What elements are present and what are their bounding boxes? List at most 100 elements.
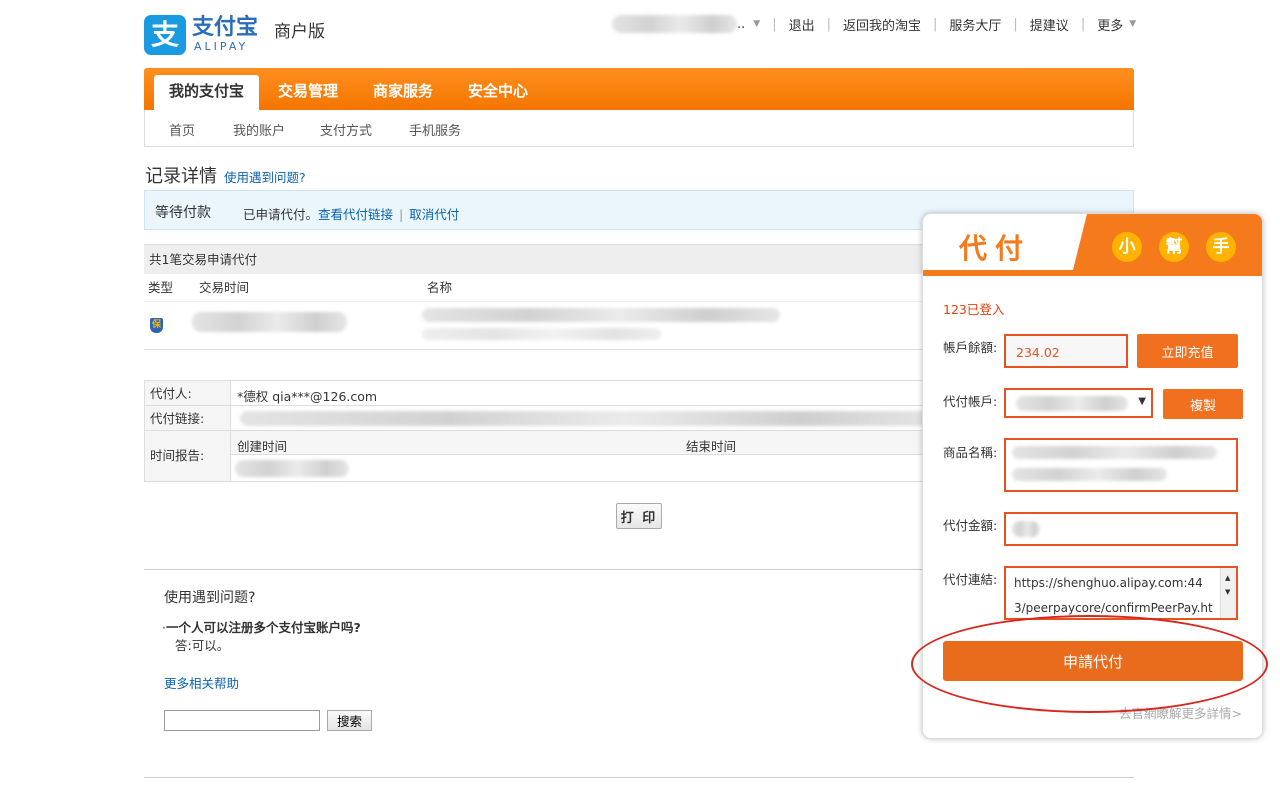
link-label: 代付链接: [145, 406, 231, 430]
subnav-payment-methods[interactable]: 支付方式 [320, 120, 372, 139]
col-time: 交易时间 [199, 280, 250, 295]
payment-link-label: 代付連結: [943, 572, 998, 587]
records-header-row: 类型 交易时间 名称 [144, 274, 944, 302]
main-nav: 我的支付宝 交易管理 商家服务 安全中心 [144, 68, 1134, 110]
scroll-down-icon[interactable]: ▼ [1225, 588, 1230, 596]
created-time-label: 创建时间 [237, 439, 288, 454]
badge-char: 幫 [1159, 232, 1189, 262]
amount-value-redacted [1012, 521, 1040, 537]
page-title: 记录详情 [145, 166, 217, 187]
divider: | [399, 207, 404, 222]
subnav-my-account[interactable]: 我的账户 [233, 120, 285, 139]
divider: | [772, 16, 777, 32]
balance-field: 234.02 [1004, 334, 1128, 368]
chevron-down-icon: ▼ [1138, 396, 1146, 407]
divider: | [933, 16, 938, 32]
chevron-down-icon[interactable]: ▼ [753, 19, 760, 29]
time-label: 时间报告: [145, 431, 231, 481]
badge-char: 小 [1112, 232, 1142, 262]
subnav-home[interactable]: 首页 [169, 120, 195, 139]
scroll-up-icon[interactable]: ▲ [1225, 574, 1230, 582]
tab-security-center[interactable]: 安全中心 [458, 75, 538, 110]
alipay-logo[interactable]: 支 支付宝 ALIPAY [144, 15, 258, 55]
edition-label: 商户版 [274, 22, 325, 42]
user-suffix: .. [737, 16, 746, 32]
divider [144, 569, 944, 570]
divider: | [1080, 16, 1086, 32]
official-site-link[interactable]: 去官網瞭解更多詳情> [1119, 703, 1242, 722]
subnav-mobile-services[interactable]: 手机服务 [409, 120, 461, 139]
records-summary: 共1笔交易申请代付 [144, 244, 944, 274]
divider: | [1013, 16, 1018, 32]
logout-link[interactable]: 退出 [789, 15, 815, 34]
logo-text-cn: 支付宝 [192, 15, 259, 40]
payment-detail-table: 代付人: *德权 qia***@126.com 代付链接: 时间报告: 创建时间… [144, 380, 945, 482]
product-name-redacted [1012, 446, 1217, 459]
chevron-down-icon[interactable]: ▼ [1129, 19, 1136, 29]
faq-question[interactable]: ·一个人可以注册多个支付宝账户吗? [162, 617, 361, 636]
status-text: 已申请代付。查看代付链接 | 取消代付 [243, 204, 459, 223]
end-time-label: 结束时间 [686, 439, 737, 454]
faq-title: 使用遇到问题? [164, 590, 256, 606]
badge-char: 手 [1206, 232, 1236, 262]
scrollbar[interactable]: ▲ ▼ [1220, 568, 1236, 618]
amount-field[interactable] [1004, 512, 1238, 546]
payment-link-redacted [240, 411, 940, 426]
panel-header-stripe [923, 270, 1262, 276]
status-message: 已申请代付。 [243, 207, 319, 222]
apply-payment-button[interactable]: 申請代付 [943, 641, 1243, 681]
tab-my-alipay[interactable]: 我的支付宝 [154, 75, 259, 110]
divider: | [826, 16, 831, 32]
more-link[interactable]: 更多 [1097, 15, 1123, 34]
divider [144, 777, 1134, 778]
payer-value: *德权 qia***@126.com [237, 389, 378, 404]
user-name-redacted[interactable] [612, 15, 737, 33]
taobao-link[interactable]: 返回我的淘宝 [843, 15, 921, 34]
account-select[interactable]: ▼ [1004, 388, 1153, 418]
view-payment-link[interactable]: 查看代付链接 [318, 207, 393, 222]
trade-name-redacted [422, 308, 780, 322]
col-type: 类型 [148, 280, 174, 295]
product-name-redacted [1012, 468, 1167, 481]
logo-text-en: ALIPAY [194, 40, 249, 53]
help-link[interactable]: 使用遇到问题? [224, 167, 306, 186]
service-hall-link[interactable]: 服务大厅 [949, 15, 1001, 34]
records-table: 共1笔交易申请代付 类型 交易时间 名称 保 [144, 244, 944, 350]
login-status: 123已登入 [943, 302, 1005, 317]
faq-question-text: 一个人可以注册多个支付宝账户吗? [165, 620, 361, 635]
shield-icon: 保 [150, 318, 163, 333]
payment-link-value: https://shenghuo.alipay.com:443/peerpayc… [1014, 576, 1213, 615]
top-links: .. ▼ | 退出 | 返回我的淘宝 | 服务大厅 | 提建议 | 更多 ▼ [612, 15, 1136, 34]
tab-merchant-services[interactable]: 商家服务 [363, 75, 443, 110]
panel-title: 代付 [959, 232, 1032, 265]
account-value-redacted [1016, 396, 1128, 411]
recharge-button[interactable]: 立即充值 [1137, 334, 1238, 368]
payer-row: 代付人: *德权 qia***@126.com [145, 381, 943, 406]
faq-answer: 答:可以。 [175, 638, 230, 653]
feedback-link[interactable]: 提建议 [1030, 15, 1069, 34]
payment-helper-panel: 代付 小 幫 手 123已登入 帳戶餘額: 234.02 立即充值 代付帳戶: … [922, 213, 1263, 739]
sub-nav: 首页 我的账户 支付方式 手机服务 [144, 110, 1134, 147]
print-button[interactable]: 打 印 [616, 503, 662, 529]
balance-label: 帳戶餘額: [943, 340, 998, 355]
payer-label: 代付人: [145, 381, 231, 405]
trade-time-redacted [192, 312, 347, 332]
status-title: 等待付款 [155, 205, 211, 221]
help-search-input[interactable] [164, 710, 320, 731]
payment-link-field[interactable]: https://shenghuo.alipay.com:443/peerpayc… [1004, 566, 1238, 620]
product-name-label: 商品名稱: [943, 445, 998, 460]
link-row: 代付链接: [145, 406, 943, 431]
help-search-button[interactable]: 搜索 [327, 710, 372, 731]
time-report-row: 时间报告: 创建时间 结束时间 [145, 431, 945, 481]
amount-label: 代付金額: [943, 518, 998, 533]
trade-number-redacted [422, 328, 662, 340]
tab-transactions[interactable]: 交易管理 [268, 75, 348, 110]
time-header: 创建时间 结束时间 [231, 431, 945, 455]
product-name-field[interactable] [1004, 438, 1238, 492]
panel-header: 代付 小 幫 手 [923, 214, 1262, 276]
cancel-payment-link[interactable]: 取消代付 [409, 207, 459, 222]
more-help-link[interactable]: 更多相关帮助 [164, 673, 239, 692]
copy-button[interactable]: 複製 [1163, 389, 1243, 419]
col-name: 名称 [427, 280, 453, 295]
created-time-redacted [235, 460, 349, 477]
